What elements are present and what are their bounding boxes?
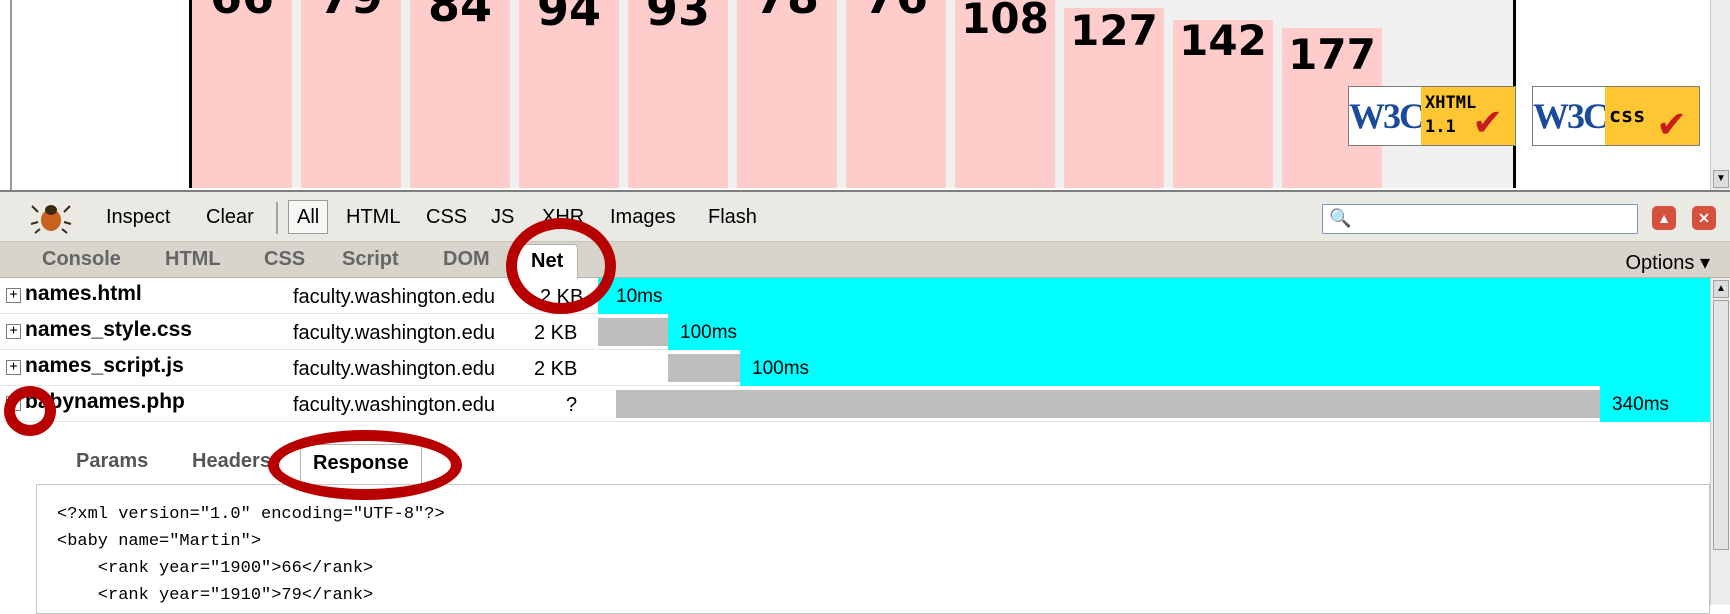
w3c-css-badge[interactable]: W3C css ✔ [1532,86,1700,146]
css-badge-label: css ✔ [1605,87,1699,146]
clear-button[interactable]: Clear [206,206,254,229]
tab-response[interactable]: Response [300,444,422,485]
filter-js-button[interactable]: JS [491,206,514,229]
filter-css-button[interactable]: CSS [426,206,467,229]
request-file-name: names_script.js [25,354,184,377]
expand-icon[interactable]: + [6,288,21,303]
response-code: <?xml version="1.0" encoding="UTF-8"?> <… [57,501,445,609]
filter-flash-button[interactable]: Flash [708,206,757,229]
expand-icon[interactable]: + [6,360,21,375]
timeline-bar [740,350,1710,386]
checkmark-icon: ✔ [1659,97,1685,146]
scroll-up-arrow-icon[interactable]: ▲ [1713,280,1729,298]
firebug-bug-icon[interactable] [30,198,72,234]
minimize-icon[interactable]: ▲ [1652,206,1676,230]
net-request-row-expanded[interactable]: − babynames.php faculty.washington.edu ?… [0,386,1710,422]
firebug-toolbar: Inspect Clear All HTML CSS JS XHR Images… [0,192,1730,242]
net-request-row[interactable]: + names_script.js faculty.washington.edu… [0,350,1710,386]
rank-bar-label: 93 [645,0,710,36]
w3c-logo-text: W3C [1533,96,1609,136]
xhtml-label-line2: 1.1 [1425,117,1456,137]
request-file-name: babynames.php [25,390,185,413]
css-label-text: css [1609,103,1646,127]
request-time: 10ms [616,286,663,307]
request-time: 100ms [752,358,810,379]
code-line: <rank year="1900">66</rank> [57,559,374,578]
request-file-name: names.html [25,282,142,305]
rank-bar-label: 79 [301,0,401,24]
rank-bar-label: 84 [427,0,492,32]
page-scrollbar[interactable]: ▼ [1710,0,1730,190]
w3c-xhtml-badge[interactable]: W3C XHTML 1.1 ✔ [1348,86,1516,146]
timeline-wait-bar [616,390,1600,418]
search-icon: 🔍 [1329,208,1352,228]
code-line: <rank year="1910">79</rank> [57,586,374,605]
timeline-bar [668,314,1710,350]
checkmark-icon: ✔ [1475,95,1501,144]
toolbar-separator [276,202,278,234]
rank-bar-label: 177 [1288,30,1376,79]
rank-bar [301,0,401,188]
request-time: 100ms [680,322,738,343]
scrollbar-thumb[interactable] [1713,300,1729,550]
w3c-logo-text: W3C [1349,96,1425,136]
options-menu[interactable]: Options ▾ [1625,250,1710,275]
response-body: <?xml version="1.0" encoding="UTF-8"?> <… [36,484,1710,614]
request-host: faculty.washington.edu [293,358,495,380]
tab-css[interactable]: CSS [264,248,305,271]
tab-headers[interactable]: Headers [192,450,271,473]
request-size: 2 KB [540,286,584,308]
firebug-panel: Inspect Clear All HTML CSS JS XHR Images… [0,190,1730,614]
request-detail-tabs: Params Headers Response [36,440,1710,485]
rank-bar-label: 108 [961,0,1049,43]
rank-bar-label: 94 [536,0,601,36]
rank-bar [737,0,837,188]
inspect-button[interactable]: Inspect [106,206,170,229]
rank-bar [846,0,946,188]
timeline-wait-bar [668,354,740,382]
rank-bar-chart: 66 79 84 94 93 78 76 108 127 142 177 [189,0,1516,188]
close-icon[interactable]: ✕ [1692,206,1716,230]
web-page-area: 66 79 84 94 93 78 76 108 127 142 177 W3C… [0,0,1730,190]
rank-bar-label: 66 [192,0,292,24]
request-time: 340ms [1612,394,1670,415]
xhtml-badge-label: XHTML 1.1 ✔ [1421,87,1515,145]
filter-all-button[interactable]: All [297,206,319,229]
timeline-wait-bar [598,318,668,346]
rank-bar-label: 127 [1070,6,1158,55]
collapse-icon[interactable]: − [6,396,21,411]
request-host: faculty.washington.edu [293,286,495,308]
filter-images-button[interactable]: Images [610,206,676,229]
firebug-tab-bar: Console HTML CSS Script DOM Net Options … [0,242,1730,279]
tab-dom[interactable]: DOM [443,248,490,271]
code-line: <baby name="Martin"> [57,532,262,551]
request-size: 2 KB [534,322,578,344]
tab-net[interactable]: Net [516,244,579,279]
rank-bar [192,0,292,188]
request-host: faculty.washington.edu [293,322,495,344]
firebug-scrollbar[interactable]: ▲ [1710,278,1730,605]
tab-params[interactable]: Params [76,450,148,473]
code-line: <?xml version="1.0" encoding="UTF-8"?> [57,505,445,524]
xhtml-label-line1: XHTML [1425,93,1477,113]
filter-xhr-button[interactable]: XHR [542,206,584,229]
rank-bar-label: 78 [737,0,837,24]
net-request-row[interactable]: + names.html faculty.washington.edu 2 KB… [0,278,1710,314]
filter-html-button[interactable]: HTML [346,206,400,229]
request-file-name: names_style.css [25,318,192,341]
request-size: ? [566,394,578,416]
expand-icon[interactable]: + [6,324,21,339]
tab-script[interactable]: Script [342,248,399,271]
request-size: 2 KB [534,358,578,380]
rank-bar-label: 76 [846,0,946,24]
page-left-border [10,0,12,190]
tab-html[interactable]: HTML [165,248,221,271]
rank-bar-label: 142 [1179,16,1267,65]
scroll-down-arrow-icon[interactable]: ▼ [1713,170,1729,188]
tab-console[interactable]: Console [42,248,121,271]
request-host: faculty.washington.edu [293,394,495,416]
search-input[interactable]: 🔍 [1322,204,1638,234]
net-request-row[interactable]: + names_style.css faculty.washington.edu… [0,314,1710,350]
timeline-bar [598,278,1710,314]
